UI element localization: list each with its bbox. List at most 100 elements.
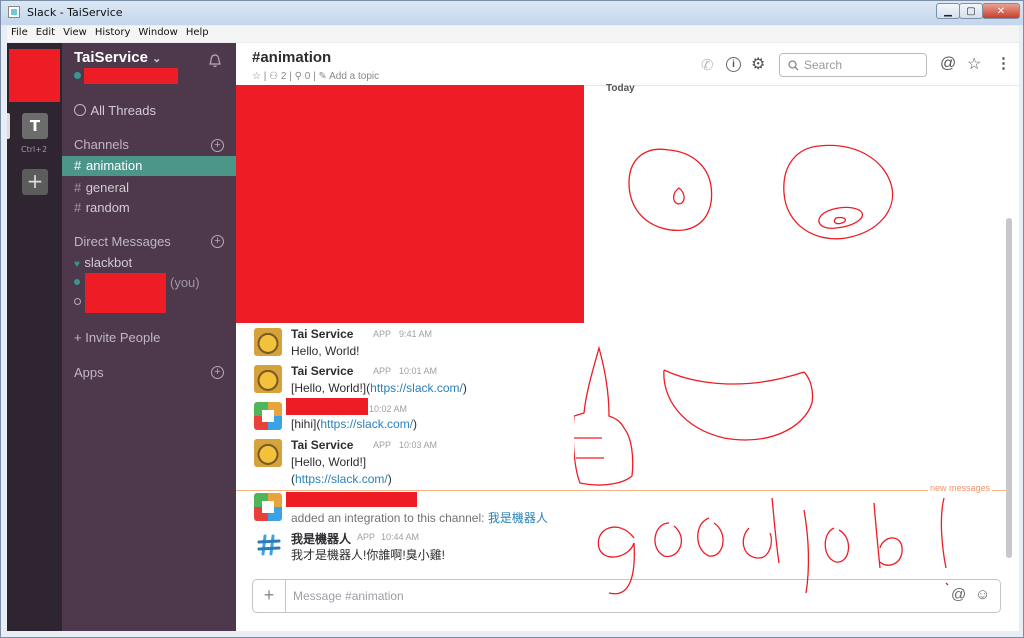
scrollbar-thumb[interactable]: [1006, 218, 1012, 558]
slack-app-icon: [8, 6, 20, 18]
apps-header[interactable]: Apps: [74, 365, 104, 380]
add-app-icon[interactable]: +: [211, 366, 224, 379]
app-badge: APP: [373, 366, 392, 376]
team-active-indicator: [7, 113, 10, 139]
add-dm-icon[interactable]: +: [211, 235, 224, 248]
sidebar-item-random[interactable]: # random: [74, 199, 130, 217]
slack-hash-icon[interactable]: [256, 532, 282, 558]
timestamp[interactable]: 10:03 AM: [399, 440, 437, 450]
hash-icon: #: [74, 200, 82, 215]
sender-name[interactable]: 我是機器人: [291, 530, 351, 547]
message-pane: #animation ☆ | ⚇ 2 | ⚲ 0 | ✎ Add a topic…: [236, 43, 1019, 631]
team-switcher: T Ctrl+2 +: [7, 43, 62, 631]
sender-name[interactable]: Tai Service: [291, 438, 353, 452]
taiservice-avatar[interactable]: [254, 328, 282, 356]
add-topic-link[interactable]: Add a topic: [329, 71, 379, 82]
hash-icon: #: [74, 158, 82, 173]
menu-edit[interactable]: Edit: [32, 26, 59, 39]
sidebar-item-you[interactable]: (you): [74, 273, 224, 313]
team-icon-t[interactable]: T: [22, 113, 48, 139]
dm-label: slackbot: [84, 255, 133, 270]
bell-icon[interactable]: [207, 53, 223, 74]
presence-dot: [74, 279, 80, 285]
search-placeholder: Search: [804, 58, 843, 72]
menu-view[interactable]: View: [59, 26, 91, 39]
maximize-button[interactable]: ▢: [959, 3, 983, 19]
channel-meta: ☆ | ⚇ 2 | ⚲ 0 | ✎ Add a topic: [252, 71, 380, 82]
team-icon-redacted[interactable]: [9, 49, 60, 102]
message-text: added an integration to this channel: 我是…: [291, 511, 548, 525]
channel-label: general: [85, 180, 130, 195]
gear-icon[interactable]: ⚙: [751, 54, 765, 74]
sender-name[interactable]: Tai Service: [291, 327, 353, 341]
threads-icon: [74, 104, 86, 116]
message-link[interactable]: https://slack.com/: [320, 417, 413, 431]
menu-file[interactable]: File: [7, 26, 32, 39]
pin-count: 0: [304, 71, 311, 82]
app-window: Slack - TaiService ▁ ▢ ✕ File Edit View His…: [0, 0, 1024, 638]
username-redacted: [84, 68, 178, 84]
timestamp[interactable]: 10:01 AM: [399, 366, 437, 376]
sidebar-item-general[interactable]: # general: [74, 179, 129, 197]
message-text: [Hello, World!]: [291, 455, 367, 469]
pin-icon[interactable]: ⚲: [295, 71, 302, 82]
member-count: 2: [280, 71, 287, 82]
message-link[interactable]: https://slack.com/: [370, 381, 463, 395]
menu-window[interactable]: Window: [134, 26, 181, 39]
handwritten-drawing: [574, 144, 949, 595]
taiservice-avatar[interactable]: [254, 439, 282, 467]
message-text-line2: (https://slack.com/): [291, 472, 392, 486]
message-text: Hello, World!: [291, 344, 360, 358]
menu-bar: File Edit View History Window Help: [7, 26, 1019, 42]
heart-icon: ♥: [74, 259, 80, 270]
integration-avatar[interactable]: [254, 493, 282, 521]
message-text: 我才是機器人!你誰啊!臭小雞!: [291, 548, 446, 562]
menu-help[interactable]: Help: [182, 26, 213, 39]
hash-icon: #: [74, 180, 82, 195]
sidebar-item-animation[interactable]: # animation: [62, 156, 236, 176]
channel-title[interactable]: #animation: [252, 49, 331, 66]
direct-messages-header[interactable]: Direct Messages: [74, 234, 171, 249]
app-badge: APP: [373, 440, 392, 450]
chevron-down-icon: ⌄: [152, 53, 162, 65]
phone-icon[interactable]: ✆: [701, 56, 714, 74]
today-divider: Today: [606, 83, 635, 94]
add-team-button[interactable]: +: [22, 169, 48, 195]
integration-avatar[interactable]: [254, 402, 282, 430]
taiservice-avatar[interactable]: [254, 365, 282, 393]
menu-history[interactable]: History: [91, 26, 135, 39]
star-outline-icon[interactable]: ☆: [252, 71, 261, 82]
integration-link[interactable]: 我是機器人: [488, 511, 548, 525]
all-threads-item[interactable]: All Threads: [74, 102, 156, 120]
member-icon[interactable]: ⚇: [269, 71, 278, 82]
minimize-button[interactable]: ▁: [936, 3, 960, 19]
presence-dot: [74, 72, 81, 79]
timestamp[interactable]: 9:41 AM: [399, 329, 432, 339]
sender-name-redacted: [286, 398, 368, 415]
star-icon[interactable]: ☆: [967, 54, 981, 74]
team-name[interactable]: TaiService ⌄: [74, 49, 161, 66]
channels-header[interactable]: Channels: [74, 137, 129, 152]
channel-sidebar: TaiService ⌄ All Threads Channels + # an…: [62, 43, 236, 631]
mentions-icon[interactable]: @: [940, 55, 956, 73]
channel-header: #animation ☆ | ⚇ 2 | ⚲ 0 | ✎ Add a topic…: [236, 43, 1019, 86]
add-channel-icon[interactable]: +: [211, 139, 224, 152]
channel-label: random: [85, 200, 130, 215]
pencil-icon: ✎: [318, 71, 327, 82]
title-bar[interactable]: Slack - TaiService ▁ ▢ ✕: [1, 1, 1023, 25]
message-link[interactable]: https://slack.com/: [295, 472, 388, 486]
app-badge: APP: [373, 329, 392, 339]
attach-button[interactable]: +: [253, 580, 286, 612]
app-badge: APP: [357, 532, 376, 542]
close-button[interactable]: ✕: [982, 3, 1020, 19]
search-input[interactable]: Search: [779, 53, 927, 77]
invite-people-link[interactable]: + Invite People: [74, 330, 160, 345]
window-title: Slack - TaiService: [27, 6, 123, 19]
message-text: [Hello, World!](https://slack.com/): [291, 381, 467, 395]
more-icon[interactable]: ⋮: [996, 54, 1011, 72]
timestamp[interactable]: 10:02 AM: [369, 404, 407, 414]
sidebar-item-slackbot[interactable]: ♥ slackbot: [74, 254, 132, 272]
info-icon[interactable]: i: [726, 57, 741, 72]
sender-name[interactable]: Tai Service: [291, 364, 353, 378]
timestamp[interactable]: 10:44 AM: [381, 532, 419, 542]
